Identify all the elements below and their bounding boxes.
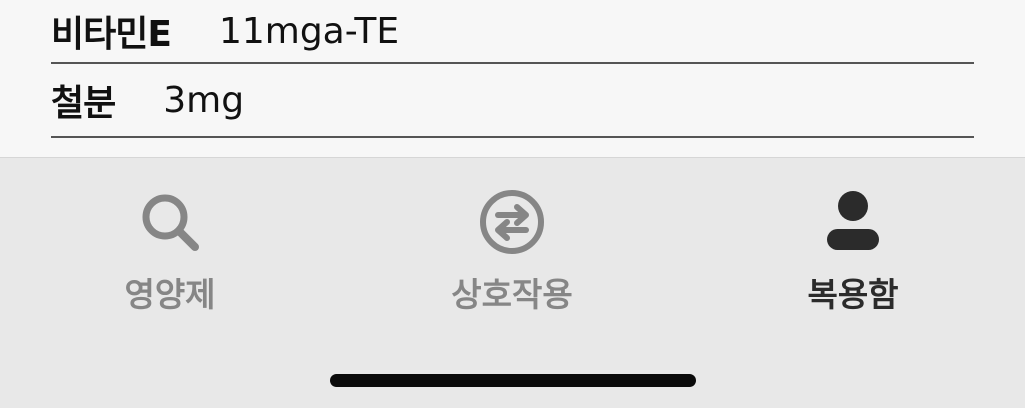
app-screen: 비타민E 11mga-TE 철분 3mg 영양제 상호작용 복용함	[0, 0, 1025, 408]
nutrient-name: 비타민E	[51, 14, 172, 55]
nutrient-list: 비타민E 11mga-TE 철분 3mg	[0, 0, 1025, 158]
home-indicator[interactable]	[330, 374, 696, 387]
nutrient-value: 3mg	[163, 79, 245, 121]
bottom-tab-bar: 영양제 상호작용 복용함	[0, 158, 1025, 408]
tab-interactions[interactable]: 상호작용	[412, 186, 612, 316]
tab-label: 영양제	[124, 275, 216, 314]
nutrient-row-vitamin-e: 비타민E 11mga-TE	[51, 0, 974, 64]
nutrient-name: 철분	[51, 83, 116, 124]
tab-label: 복용함	[807, 275, 899, 314]
nutrient-row-iron: 철분 3mg	[51, 64, 974, 138]
person-icon	[827, 191, 879, 250]
tab-my-supplements[interactable]: 복용함	[753, 186, 953, 316]
nutrient-value: 11mga-TE	[218, 10, 400, 52]
search-icon	[142, 194, 199, 251]
tab-supplements[interactable]: 영양제	[70, 186, 270, 316]
swap-icon	[480, 190, 544, 254]
tab-label: 상호작용	[451, 275, 573, 314]
